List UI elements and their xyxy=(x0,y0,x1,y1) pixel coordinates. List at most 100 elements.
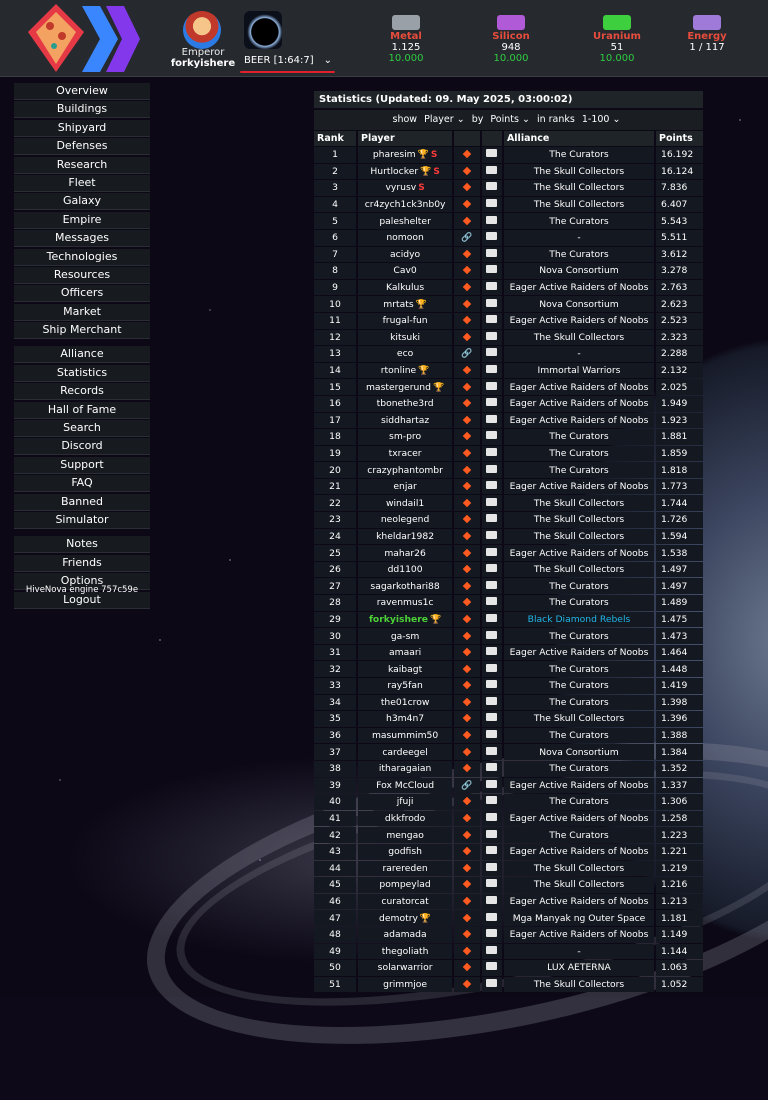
alliance-name-link[interactable]: The Curators xyxy=(549,431,608,442)
message-cell[interactable] xyxy=(481,296,502,312)
player-cell[interactable]: dkkfrodo xyxy=(358,810,453,827)
mail-icon[interactable] xyxy=(486,978,498,987)
message-cell[interactable] xyxy=(481,495,502,512)
mail-icon[interactable] xyxy=(486,199,498,208)
player-name-link[interactable]: dkkfrodo xyxy=(385,813,425,824)
attack-icon[interactable] xyxy=(462,216,472,225)
attack-icon[interactable] xyxy=(462,581,472,590)
action-cell[interactable] xyxy=(454,976,480,993)
alliance-name-link[interactable]: The Curators xyxy=(549,796,608,807)
attack-icon[interactable] xyxy=(462,979,472,989)
player-name-link[interactable]: forkyishere xyxy=(369,614,428,625)
action-cell[interactable] xyxy=(454,180,480,196)
mail-icon[interactable] xyxy=(486,464,498,473)
attack-icon[interactable] xyxy=(462,481,472,491)
player-cell[interactable]: sm-pro xyxy=(358,429,453,445)
attack-icon[interactable] xyxy=(462,365,472,375)
player-name-link[interactable]: neolegend xyxy=(381,514,429,525)
menu-item-technologies[interactable]: Technologies xyxy=(14,248,150,266)
action-cell[interactable] xyxy=(454,661,480,677)
alliance-name-link[interactable]: Eager Active Raiders of Noobs xyxy=(510,813,649,824)
action-cell[interactable] xyxy=(454,263,480,279)
player-name-link[interactable]: paleshelter xyxy=(379,216,431,227)
player-cell[interactable]: pompeylad xyxy=(358,877,453,893)
alliance-cell[interactable]: The Skull Collectors xyxy=(503,877,655,893)
message-cell[interactable] xyxy=(481,379,502,395)
alliance-cell[interactable]: The Skull Collectors xyxy=(503,711,655,727)
alliance-cell[interactable]: The Curators xyxy=(503,213,655,229)
player-cell[interactable]: enjar xyxy=(358,478,453,495)
mail-icon[interactable] xyxy=(486,945,498,954)
alliance-name-link[interactable]: The Curators xyxy=(549,216,608,227)
action-cell[interactable] xyxy=(454,246,480,263)
player-name-link[interactable]: rtonline xyxy=(381,365,416,376)
player-name-link[interactable]: demotry xyxy=(379,913,418,924)
player-name-link[interactable]: Fox McCloud xyxy=(376,780,434,791)
mail-icon[interactable] xyxy=(486,497,498,506)
resource-uranium[interactable]: Uranium 51 10.000 xyxy=(585,15,649,64)
mail-icon[interactable] xyxy=(486,580,498,589)
menu-item-buildings[interactable]: Buildings xyxy=(14,101,150,119)
alliance-name-link[interactable]: The Skull Collectors xyxy=(534,979,624,990)
message-cell[interactable] xyxy=(481,910,502,926)
attack-icon[interactable] xyxy=(462,266,472,275)
attack-icon[interactable] xyxy=(462,631,472,640)
action-cell[interactable] xyxy=(454,678,480,694)
player-cell[interactable]: siddhartaz xyxy=(358,412,453,429)
alliance-name-link[interactable]: - xyxy=(577,348,580,359)
alliance-name-link[interactable]: The Skull Collectors xyxy=(534,879,624,890)
player-cell[interactable]: txracer xyxy=(358,445,453,462)
message-cell[interactable] xyxy=(481,561,502,578)
player-cell[interactable]: vyrusv S xyxy=(358,180,453,196)
action-cell[interactable] xyxy=(454,147,480,163)
action-cell[interactable] xyxy=(454,943,480,960)
mail-icon[interactable] xyxy=(486,713,498,722)
mail-icon[interactable] xyxy=(486,431,498,440)
player-cell[interactable]: cardeegel xyxy=(358,744,453,760)
attack-icon[interactable] xyxy=(462,150,472,159)
menu-item-ship-merchant[interactable]: Ship Merchant xyxy=(14,322,150,340)
mail-icon[interactable] xyxy=(486,564,498,573)
mail-icon[interactable] xyxy=(486,365,498,374)
mail-icon[interactable] xyxy=(486,182,498,191)
alliance-cell[interactable]: Eager Active Raiders of Noobs xyxy=(503,644,655,661)
alliance-name-link[interactable]: The Curators xyxy=(549,465,608,476)
mail-icon[interactable] xyxy=(486,149,498,158)
alliance-cell[interactable]: The Skull Collectors xyxy=(503,528,655,545)
mail-icon[interactable] xyxy=(486,829,498,838)
message-cell[interactable] xyxy=(481,362,502,379)
alliance-cell[interactable]: Immortal Warriors xyxy=(503,362,655,379)
attack-icon[interactable] xyxy=(462,398,472,408)
player-name-link[interactable]: solarwarrior xyxy=(378,962,433,973)
mail-icon[interactable] xyxy=(486,730,498,739)
player-name-link[interactable]: Kalkulus xyxy=(386,282,424,293)
alliance-name-link[interactable]: The Skull Collectors xyxy=(534,514,624,525)
alliance-name-link[interactable]: Immortal Warriors xyxy=(538,365,621,376)
player-cell[interactable]: Hurtlocker 🏆 S xyxy=(358,163,453,180)
alliance-cell[interactable]: Eager Active Raiders of Noobs xyxy=(503,777,655,794)
message-cell[interactable] xyxy=(481,412,502,429)
player-cell[interactable]: adamada xyxy=(358,926,453,943)
menu-item-officers[interactable]: Officers xyxy=(14,285,150,303)
link-icon[interactable]: 🔗 xyxy=(461,233,472,243)
attack-icon[interactable] xyxy=(462,498,472,508)
player-name-link[interactable]: tbonethe3rd xyxy=(377,398,434,409)
menu-item-records[interactable]: Records xyxy=(14,383,150,401)
action-cell[interactable] xyxy=(454,163,480,180)
mail-icon[interactable] xyxy=(486,896,498,905)
alliance-name-link[interactable]: The Skull Collectors xyxy=(534,199,624,210)
attack-icon[interactable] xyxy=(462,531,472,541)
alliance-cell[interactable]: The Skull Collectors xyxy=(503,561,655,578)
player-name-link[interactable]: godfish xyxy=(388,846,422,857)
message-cell[interactable] xyxy=(481,445,502,462)
mail-icon[interactable] xyxy=(486,348,498,357)
action-cell[interactable] xyxy=(454,362,480,379)
action-cell[interactable] xyxy=(454,279,480,296)
alliance-name-link[interactable]: Eager Active Raiders of Noobs xyxy=(510,481,649,492)
resource-energy[interactable]: Energy 1 / 117 xyxy=(675,15,739,53)
alliance-cell[interactable]: The Curators xyxy=(503,595,655,611)
mail-icon[interactable] xyxy=(486,265,498,274)
action-cell[interactable] xyxy=(454,545,480,561)
mail-icon[interactable] xyxy=(486,862,498,871)
action-cell[interactable] xyxy=(454,296,480,312)
